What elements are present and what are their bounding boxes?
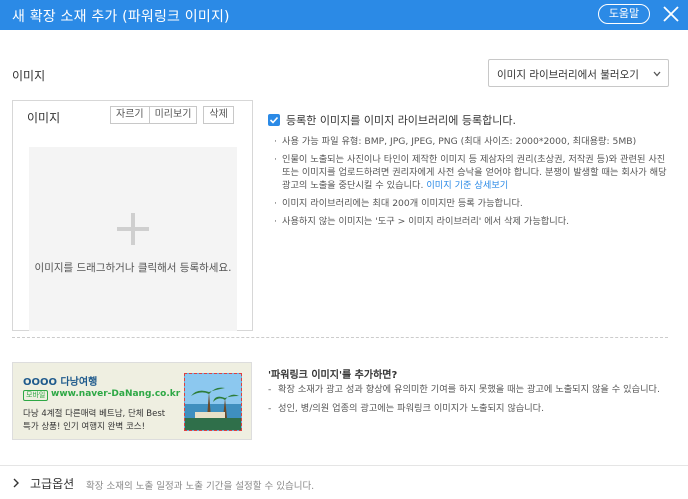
register-checkbox[interactable]: [268, 114, 280, 126]
dialog-body: 이미지 이미지 라이브러리에서 불러오기 이미지 자르기 미리보기 삭제 이미지…: [0, 30, 688, 465]
image-guidelines: 사용 가능 파일 유형: BMP, JPG, JPEG, PNG (최대 사이즈…: [274, 135, 676, 233]
help-button[interactable]: 도움말: [598, 4, 650, 24]
guideline-item: 이미지 라이브러리에는 최대 200개 이미지만 등록 가능합니다.: [274, 197, 676, 210]
advanced-options-bar[interactable]: 고급옵션 확장 소재의 노출 일정과 노출 기간을 설정할 수 있습니다.: [0, 465, 688, 499]
chevron-right-icon: [12, 478, 20, 488]
image-criteria-link[interactable]: 이미지 기준 상세보기: [426, 180, 508, 191]
image-tool-group: 자르기 미리보기 삭제: [110, 106, 234, 124]
ad-thumbnail-image: [184, 373, 242, 431]
crop-button[interactable]: 자르기: [110, 106, 150, 124]
library-register-option[interactable]: 등록한 이미지를 이미지 라이브러리에 등록합니다.: [268, 112, 516, 128]
image-box-title: 이미지: [27, 111, 61, 125]
ad-preview-title: OOOO 다낭여행: [23, 377, 98, 388]
advanced-options-label[interactable]: 고급옵션: [30, 475, 74, 492]
preview-button[interactable]: 미리보기: [149, 106, 198, 124]
register-checkbox-label: 등록한 이미지를 이미지 라이브러리에 등록합니다.: [286, 114, 517, 127]
chevron-down-icon: [652, 69, 662, 79]
mobile-badge: 모바일: [23, 390, 49, 401]
check-icon: [269, 116, 279, 124]
section-divider: [12, 337, 668, 338]
ad-preview-url: www.naver-DaNang.co.kr: [51, 389, 181, 399]
library-select[interactable]: 이미지 라이브러리에서 불러오기: [488, 59, 669, 87]
guideline-item: 사용 가능 파일 유형: BMP, JPG, JPEG, PNG (최대 사이즈…: [274, 135, 676, 148]
dialog-header: 새 확장 소재 추가 (파워링크 이미지) 도움말: [0, 0, 688, 30]
image-upload-box: 이미지 자르기 미리보기 삭제 이미지를 드래그하거나 클릭해서 등록하세요.: [12, 100, 253, 331]
ad-preview-description: 다낭 4계절 다른매력 베트남, 단체 Best 특가 상품! 인기 여행지 완…: [23, 409, 166, 432]
guideline-item: 인물이 노출되는 사진이나 타인이 제작한 이미지 등 제삼자의 권리(초상권,…: [274, 153, 676, 192]
image-section-label: 이미지: [12, 69, 46, 83]
info-note-item: 성인, 병/의원 업종의 광고에는 파워링크 이미지가 노출되지 않습니다.: [268, 402, 673, 415]
ad-preview-sample: OOOO 다낭여행 모바일 www.naver-DaNang.co.kr 다낭 …: [12, 362, 252, 440]
drop-hint-text: 이미지를 드래그하거나 클릭해서 등록하세요.: [34, 262, 232, 274]
guideline-item: 사용하지 않는 이미지는 '도구 > 이미지 라이브러리' 에서 삭제 가능합니…: [274, 215, 676, 228]
dialog-title: 새 확장 소재 추가 (파워링크 이미지): [12, 9, 230, 25]
info-note-item: 확장 소재가 광고 성과 향상에 유의미한 기여를 하지 못했을 때는 광고에 …: [268, 383, 673, 396]
plus-icon: [115, 211, 151, 247]
close-icon[interactable]: [660, 3, 682, 25]
info-title: '파워링크 이미지'를 추가하면?: [268, 370, 398, 381]
image-drop-area[interactable]: 이미지를 드래그하거나 클릭해서 등록하세요.: [29, 147, 237, 331]
advanced-options-description: 확장 소재의 노출 일정과 노출 기간을 설정할 수 있습니다.: [86, 481, 315, 492]
delete-button[interactable]: 삭제: [203, 106, 234, 124]
library-select-label: 이미지 라이브러리에서 불러오기: [497, 69, 639, 81]
info-notes: 확장 소재가 광고 성과 향상에 유의미한 기여를 하지 못했을 때는 광고에 …: [268, 383, 673, 421]
